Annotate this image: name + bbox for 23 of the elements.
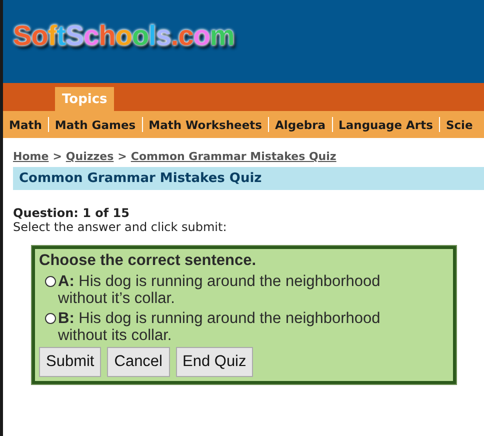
question-prompt: Choose the correct sentence.: [39, 252, 258, 270]
quiz-button[interactable]: End Quiz: [176, 347, 254, 377]
answer-option: A: His dog is running around the neighborhood without it’s collar.: [58, 273, 418, 307]
radio-button[interactable]: [45, 313, 56, 324]
breadcrumb-link[interactable]: Common Grammar Mistakes Quiz: [130, 150, 336, 163]
nav-link[interactable]: Math: [9, 118, 42, 132]
quiz-button[interactable]: Cancel: [107, 347, 170, 377]
breadcrumb-link[interactable]: Quizzes: [66, 150, 114, 163]
nav-link[interactable]: Math Games: [54, 118, 136, 132]
site-logo[interactable]: SoftSchools.com: [13, 20, 234, 52]
nav-link[interactable]: Math Worksheets: [148, 118, 262, 132]
nav-link[interactable]: Algebra: [275, 118, 326, 132]
nav-link[interactable]: Scie: [446, 118, 473, 132]
breadcrumb-separator: >: [118, 150, 127, 163]
answer-option: B: His dog is running around the neighborhood without its collar.: [58, 310, 418, 344]
quiz-button[interactable]: Submit: [39, 347, 102, 377]
page-title: Common Grammar Mistakes Quiz: [13, 167, 484, 190]
breadcrumb-separator: >: [52, 150, 62, 163]
breadcrumb-link[interactable]: Home: [13, 150, 49, 163]
nav-link[interactable]: Language Arts: [338, 118, 433, 132]
instruction-text: Select the answer and click submit:: [13, 220, 228, 234]
question-counter: Question: 1 of 15: [13, 206, 131, 220]
radio-button[interactable]: [45, 276, 56, 287]
